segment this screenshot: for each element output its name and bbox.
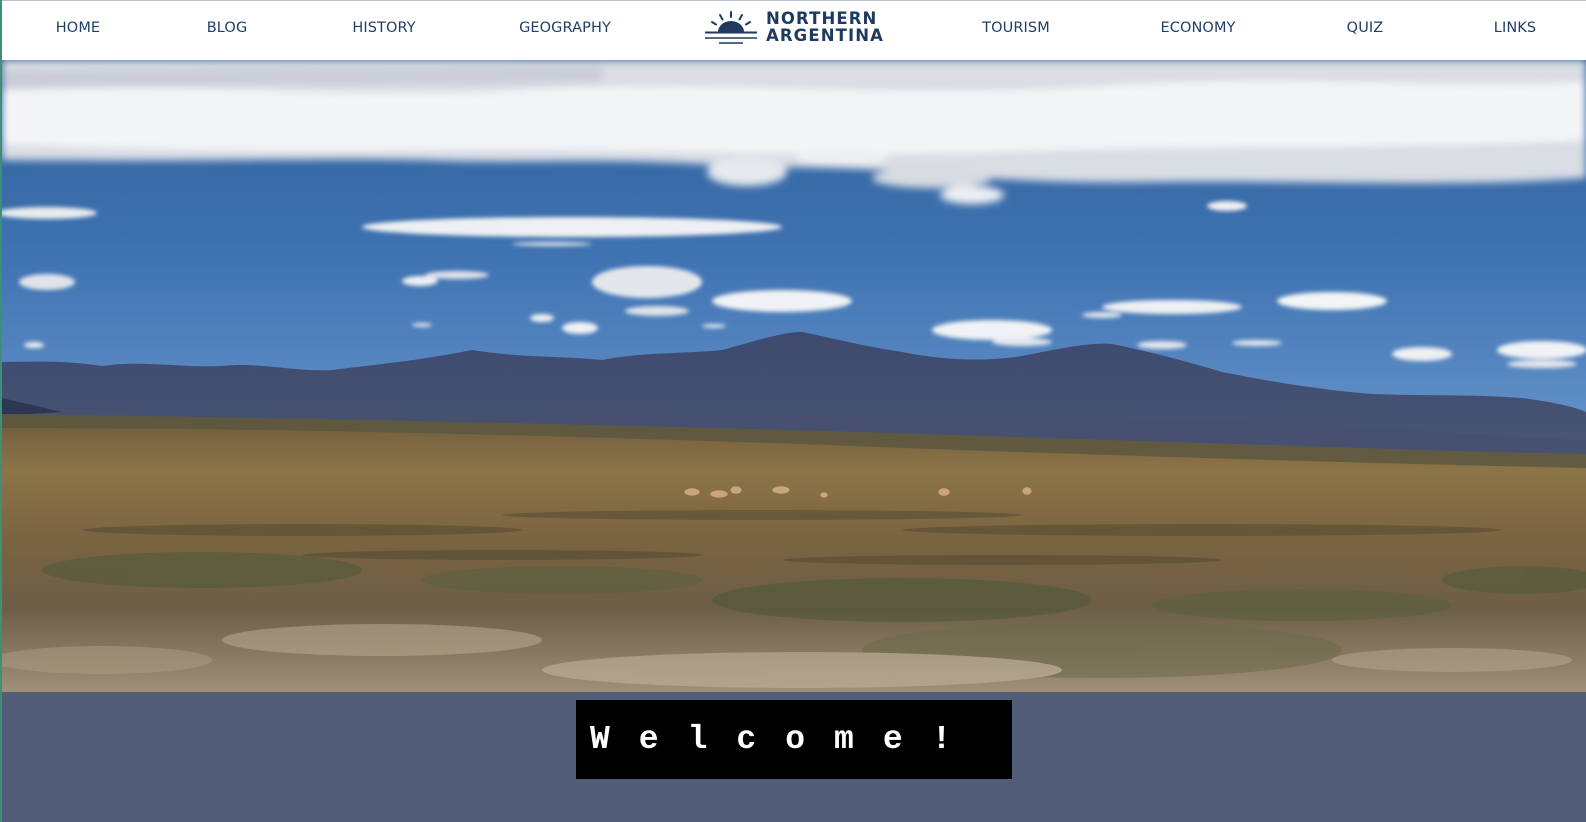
logo-line-2: ARGENTINA	[766, 25, 884, 45]
nav-history-link[interactable]: HISTORY	[352, 20, 415, 36]
welcome-banner: Welcome!	[576, 700, 1012, 779]
welcome-heading: Welcome!	[590, 721, 981, 758]
landscape-photo	[2, 60, 1586, 692]
left-edge-accent	[0, 0, 2, 822]
nav-links-link[interactable]: LINKS	[1494, 20, 1536, 36]
nav-blog-link[interactable]: BLOG	[207, 20, 248, 36]
nav-geography-link[interactable]: GEOGRAPHY	[519, 20, 611, 36]
nav-home-link[interactable]: HOME	[56, 20, 100, 36]
rising-sun-icon	[705, 11, 757, 44]
nav-economy-link[interactable]: ECONOMY	[1160, 20, 1235, 36]
nav-quiz-link[interactable]: QUIZ	[1347, 20, 1384, 36]
logo-wordmark: NORTHERN ARGENTINA	[766, 10, 884, 45]
top-navigation: HOME BLOG HISTORY GEOGRAPHY NORTHERN ARG…	[0, 0, 1586, 60]
site-logo[interactable]: NORTHERN ARGENTINA	[703, 9, 893, 49]
hero-landscape-image	[2, 60, 1586, 692]
nav-tourism-link[interactable]: TOURISM	[982, 20, 1050, 36]
